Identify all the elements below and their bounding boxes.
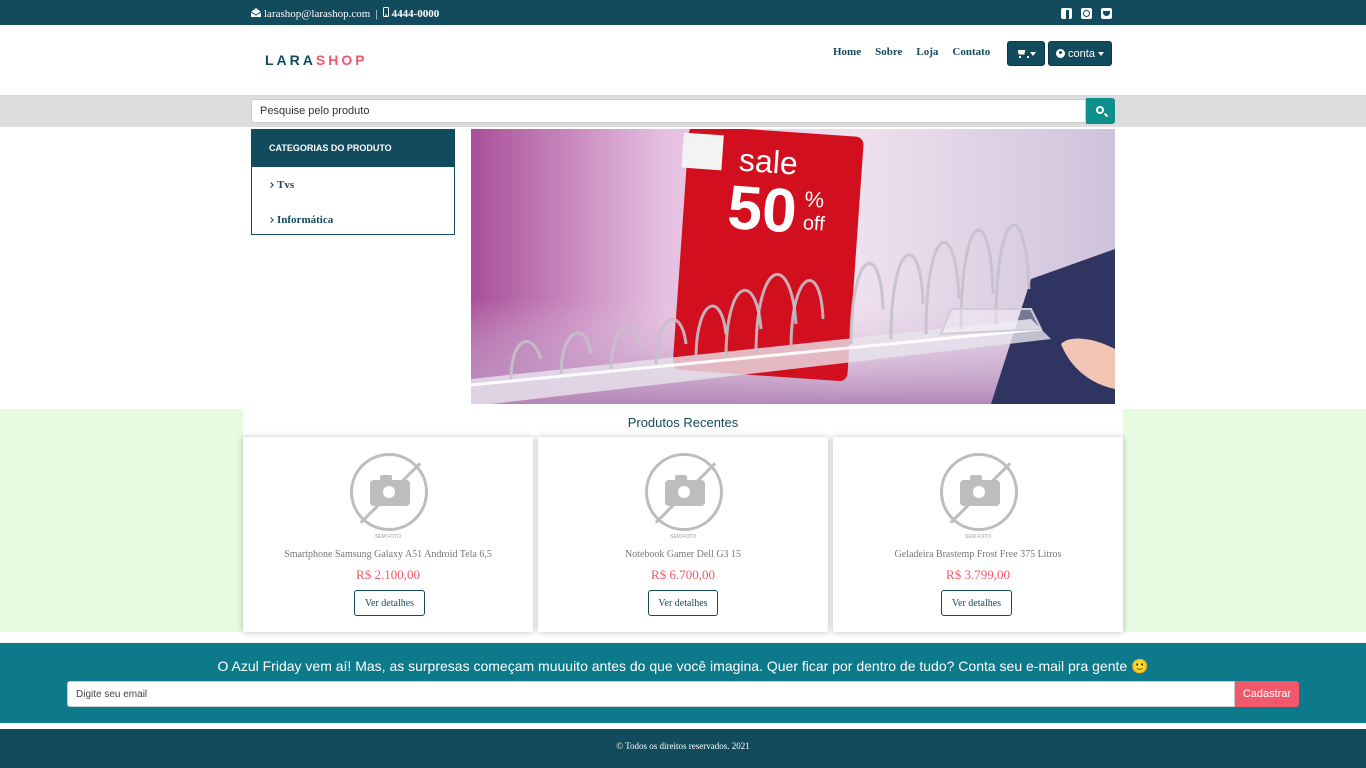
newsletter-email-input[interactable] (67, 681, 1235, 707)
caret-down-icon (1097, 51, 1104, 56)
sale-percent: % (804, 186, 825, 212)
product-price: R$ 3.799,00 (946, 567, 1010, 582)
chevron-right-icon (268, 181, 274, 188)
view-details-button[interactable]: Ver detalhes (941, 590, 1012, 616)
newsletter-text: O Azul Friday vem aí! Mas, as surpresas … (217, 658, 1149, 674)
product-card[interactable]: SEM FOTO Geladeira Brastemp Frost Free 3… (833, 437, 1123, 632)
nav-contato[interactable]: Contato (952, 46, 990, 58)
user-circle-icon (1056, 49, 1066, 58)
contact-separator: | (375, 7, 378, 20)
category-item-informatica[interactable]: Informática (252, 202, 454, 237)
product-name[interactable]: Geladeira Brastemp Frost Free 375 Litros (833, 549, 1123, 560)
newsletter-submit-button[interactable]: Cadastrar (1235, 681, 1299, 707)
site-footer: © Todos os direitos reservados. 2021 (0, 729, 1366, 768)
nav-sobre[interactable]: Sobre (875, 46, 902, 58)
contact-phone[interactable]: 4444-0000 (392, 8, 440, 20)
sale-off: off (802, 212, 826, 236)
product-price: R$ 6.700,00 (651, 567, 715, 582)
product-name[interactable]: Notebook Gamer Dell G3 15 (538, 549, 828, 560)
no-photo-icon (350, 453, 428, 531)
camera-icon (370, 475, 410, 506)
footer-copyright: © Todos os direitos reservados. 2021 (616, 741, 750, 751)
product-card[interactable]: SEM FOTO Notebook Gamer Dell G3 15 R$ 6.… (538, 437, 828, 632)
no-photo-icon (940, 453, 1018, 531)
category-label: Tvs (277, 178, 295, 191)
shopping-cart-icon (1017, 50, 1029, 58)
site-logo[interactable]: LARASHOP (265, 52, 368, 68)
cart-dropdown-button[interactable] (1007, 41, 1045, 66)
account-label: conta (1068, 47, 1095, 60)
main-nav: Home Sobre Loja Contato (833, 46, 990, 58)
newsletter-section: O Azul Friday vem aí! Mas, as surpresas … (0, 643, 1366, 723)
view-details-button[interactable]: Ver detalhes (354, 590, 425, 616)
category-title: CATEGORIAS DO PRODUTO (252, 130, 454, 167)
no-photo-icon (645, 453, 723, 531)
search-icon (1096, 106, 1104, 114)
product-card[interactable]: SEM FOTO Smartphone Samsung Galaxy A51 A… (243, 437, 533, 632)
hero-banner[interactable]: sale 50 % off (471, 129, 1115, 404)
product-price: R$ 2.100,00 (356, 567, 420, 582)
no-photo-caption: SEM FOTO (374, 534, 402, 540)
instagram-icon[interactable] (1081, 8, 1092, 19)
view-details-button[interactable]: Ver detalhes (648, 590, 718, 616)
chevron-right-icon (268, 216, 274, 223)
no-photo-caption: SEM FOTO (964, 534, 992, 540)
facebook-icon[interactable] (1061, 8, 1072, 19)
mobile-phone-icon (382, 7, 389, 20)
category-item-tvs[interactable]: Tvs (252, 167, 454, 202)
sale-value: 50 (725, 173, 799, 247)
category-sidebar: CATEGORIAS DO PRODUTO Tvs Informática (251, 129, 455, 235)
category-label: Informática (277, 213, 334, 226)
contact-email[interactable]: larashop@larashop.com (264, 8, 370, 20)
nav-loja[interactable]: Loja (916, 46, 938, 58)
twitter-icon[interactable] (1101, 8, 1112, 19)
site-header: LARASHOP Home Sobre Loja Contato conta (0, 25, 1366, 92)
top-bar: larashop@larashop.com | 4444-0000 (0, 0, 1366, 25)
no-photo-caption: SEM FOTO (669, 534, 697, 540)
account-dropdown-button[interactable]: conta (1048, 41, 1112, 66)
search-input[interactable] (251, 99, 1086, 123)
recent-products-title: Produtos Recentes (627, 415, 739, 430)
social-links (1061, 8, 1112, 19)
search-bar (0, 95, 1366, 127)
caret-down-icon (1029, 51, 1036, 56)
logo-part-shop: SHOP (315, 52, 368, 68)
search-button[interactable] (1086, 98, 1115, 124)
logo-part-lara: LARA (265, 52, 316, 68)
product-name[interactable]: Smartphone Samsung Galaxy A51 Android Te… (243, 549, 533, 560)
envelope-icon (250, 7, 262, 20)
camera-icon (960, 475, 1000, 506)
camera-icon (665, 475, 705, 506)
nav-home[interactable]: Home (833, 46, 861, 58)
contact-info: larashop@larashop.com | 4444-0000 (250, 7, 440, 20)
sale-banner-image: sale 50 % off (471, 129, 1115, 404)
